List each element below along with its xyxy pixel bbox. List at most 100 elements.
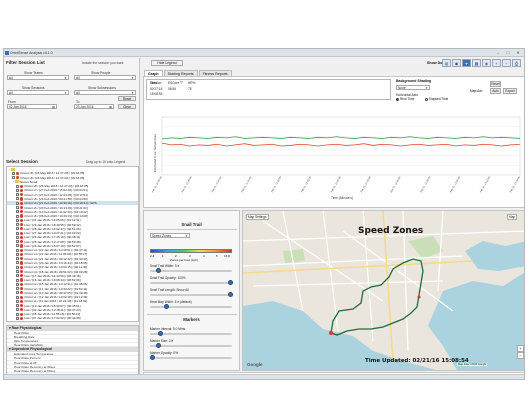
session-checkbox[interactable] — [16, 244, 19, 248]
session-checkbox[interactable] — [16, 231, 19, 235]
to-date-value: 23 Jan 2016 — [76, 105, 94, 109]
auto-button[interactable]: Auto — [490, 88, 501, 94]
session-checkbox[interactable] — [16, 235, 19, 239]
elapsed-time-radio[interactable]: Elapsed Time — [425, 97, 448, 101]
map-icon[interactable]: ⌖ — [462, 59, 471, 67]
trail-length-slider[interactable] — [150, 292, 233, 297]
x-tick-label: Feb 21, 11:00:00 — [211, 175, 223, 193]
slider-handle[interactable] — [228, 280, 233, 285]
export-button[interactable]: Export — [503, 88, 517, 94]
from-date-input[interactable]: 02 Jan 2016 ▦ — [7, 104, 57, 109]
snail-icon[interactable]: ◉ — [452, 59, 461, 67]
filter-heading: Filter Session List — [6, 60, 45, 65]
real-time-radio[interactable]: Real Time — [396, 97, 414, 101]
session-checkbox[interactable] — [16, 299, 19, 303]
show-sessions-combo[interactable]: All ▼ — [7, 90, 69, 95]
elapsed-time-label: Elapsed Time — [429, 97, 449, 101]
show-subsessions-combo[interactable]: All ▼ — [74, 90, 136, 95]
markers-heading: Markers — [183, 317, 200, 322]
zoom-out-icon[interactable]: − — [502, 59, 511, 67]
reset-zoom-button[interactable]: Reset — [490, 81, 501, 87]
close-icon[interactable]: ✕ — [514, 50, 522, 55]
background-shading-value: None — [398, 86, 406, 90]
session-checkbox[interactable] — [16, 312, 19, 316]
clear-button[interactable]: Clear — [118, 104, 136, 109]
trail-opacity-slider[interactable] — [150, 280, 233, 285]
background-shading-combo[interactable]: None ▼ — [396, 85, 430, 90]
marker-interval-slider[interactable] — [150, 331, 232, 336]
session-checkbox[interactable] — [16, 270, 19, 273]
session-checkbox[interactable] — [16, 184, 19, 188]
metric-group-title: Raw Physiological — [11, 326, 42, 330]
session-checkbox[interactable] — [16, 265, 19, 269]
marker-size-slider[interactable] — [150, 343, 232, 348]
session-checkbox[interactable] — [16, 304, 19, 308]
trail-width-slider[interactable] — [150, 268, 232, 273]
maximize-icon[interactable]: □ — [504, 50, 512, 55]
print-icon[interactable]: ⎙ — [512, 59, 521, 67]
real-time-label: Real Time — [400, 97, 415, 101]
time-series-plot[interactable]: Estimated Core Temperature Time (Minute:… — [152, 113, 524, 201]
reset-button[interactable]: Reset — [118, 96, 136, 101]
session-checkbox[interactable] — [16, 206, 19, 210]
session-checkbox[interactable] — [16, 287, 19, 291]
slider-handle[interactable] — [164, 304, 169, 309]
show-people-combo[interactable]: All ▼ — [74, 75, 136, 80]
map-type-button[interactable]: Map — [507, 214, 518, 220]
divider — [147, 229, 237, 230]
slider-handle[interactable] — [150, 355, 155, 360]
session-checkbox[interactable] — [12, 171, 15, 175]
session-checkbox[interactable] — [16, 188, 19, 192]
session-checkbox[interactable] — [16, 248, 19, 252]
session-checkbox[interactable] — [16, 193, 19, 197]
session-status-icon — [20, 244, 24, 248]
session-checkbox[interactable] — [16, 295, 19, 299]
from-date-value: 02 Jan 2016 — [9, 105, 27, 109]
session-checkbox[interactable] — [16, 210, 19, 214]
session-status-icon — [20, 316, 24, 321]
slider-handle[interactable] — [158, 331, 163, 336]
heat-map-width-slider[interactable] — [150, 304, 232, 309]
session-checkbox[interactable] — [16, 201, 19, 205]
zoom-out-icon[interactable]: − — [517, 352, 524, 359]
chart-icon[interactable]: ▤ — [442, 59, 451, 67]
y-axis-label: Estimated Core Temperature — [153, 134, 157, 173]
session-checkbox[interactable] — [16, 240, 19, 244]
session-status-icon — [20, 261, 24, 265]
session-item[interactable]: Low / [07 Jan 2016 / 17:04:32] / [00:44:… — [7, 316, 138, 320]
session-checkbox[interactable] — [16, 278, 19, 282]
to-date-input[interactable]: 23 Jan 2016 ▦ — [74, 104, 114, 109]
session-checkbox[interactable] — [16, 252, 19, 256]
map-view[interactable]: Map Settings Map Speed Zones Time Update… — [242, 210, 524, 371]
zoom-in-icon[interactable]: + — [517, 345, 524, 352]
slider-handle[interactable] — [156, 268, 161, 273]
session-checkbox[interactable] — [16, 274, 19, 278]
hide-legend-button[interactable]: Hide Legend — [151, 60, 183, 66]
snail-mode-combo[interactable]: Speed Zones ▼ — [150, 233, 190, 238]
show-teams-combo[interactable]: All ▼ — [7, 75, 69, 80]
zoom-in-icon[interactable]: + — [492, 59, 501, 67]
session-checkbox[interactable] — [16, 261, 19, 265]
session-checkbox[interactable] — [16, 223, 19, 227]
start-marker[interactable] — [329, 331, 333, 335]
session-status-icon — [16, 171, 20, 175]
session-checkbox[interactable] — [16, 282, 19, 286]
slider-handle[interactable] — [156, 343, 161, 348]
gps-icon[interactable]: ◈ — [482, 59, 491, 67]
session-checkbox[interactable] — [16, 227, 19, 231]
session-status-icon — [20, 201, 24, 205]
session-checkbox[interactable] — [16, 214, 19, 218]
session-checkbox[interactable] — [16, 308, 19, 312]
trail-width-label: Snail Trail Width: 3 e — [150, 264, 180, 268]
session-checkbox[interactable] — [16, 218, 19, 222]
session-checkbox[interactable] — [16, 197, 19, 201]
map-settings-button[interactable]: Map Settings — [246, 214, 269, 220]
grid-icon[interactable]: ▦ — [472, 59, 481, 67]
session-checkbox[interactable] — [16, 257, 19, 261]
session-checkbox[interactable] — [16, 316, 19, 320]
minimize-icon[interactable]: – — [494, 50, 502, 55]
marker-opacity-slider[interactable] — [150, 355, 232, 360]
slider-handle[interactable] — [228, 292, 233, 297]
session-checkbox[interactable] — [16, 291, 19, 295]
position-marker[interactable] — [417, 295, 421, 299]
